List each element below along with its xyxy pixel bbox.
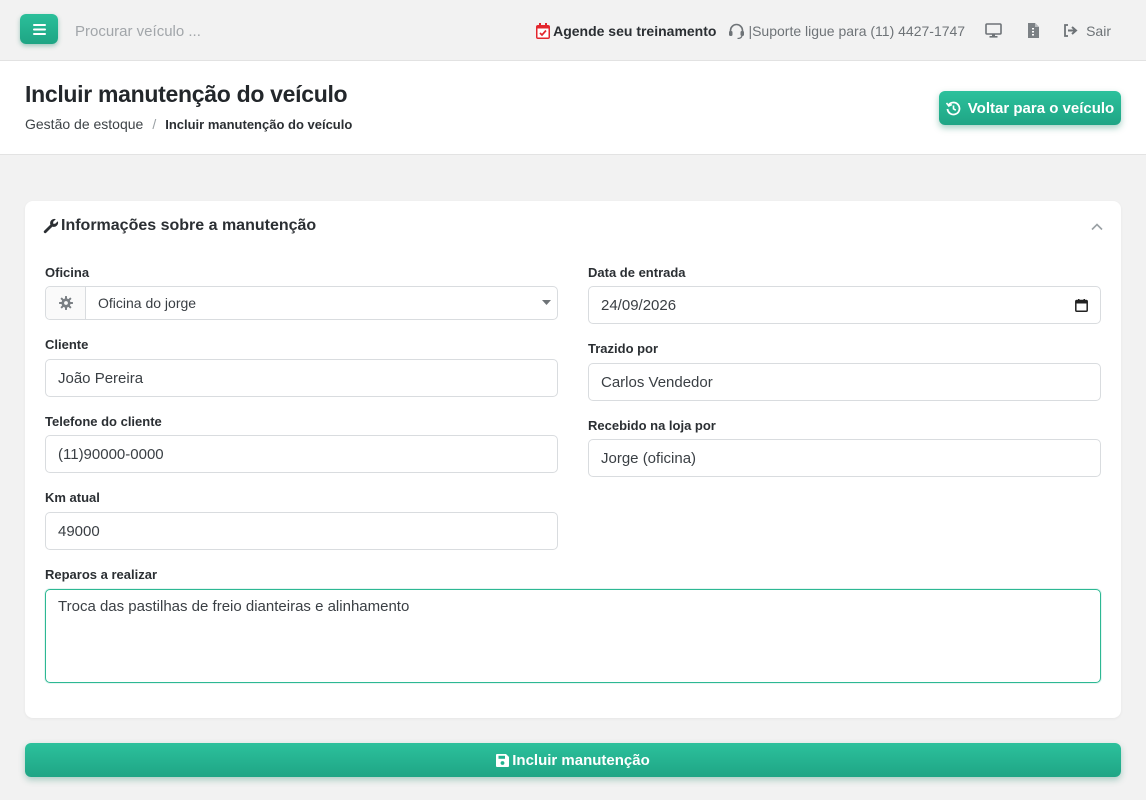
logout-label: Sair xyxy=(1086,22,1111,39)
recebido-por-label: Recebido na loja por xyxy=(588,418,716,433)
sign-out-icon xyxy=(1064,24,1078,37)
logout-button[interactable]: Sair xyxy=(1063,23,1111,39)
top-bar: Agende seu treinamento |Suporte ligue pa… xyxy=(0,0,1146,61)
page-title: Incluir manutenção do veículo xyxy=(25,81,348,107)
card-title: Informações sobre a manutenção xyxy=(43,217,316,235)
calendar-icon[interactable] xyxy=(1075,298,1088,312)
include-maintenance-button[interactable]: Incluir manutenção xyxy=(25,743,1121,777)
page-header: Incluir manutenção do veículo Gestão de … xyxy=(0,61,1146,155)
data-entrada-label: Data de entrada xyxy=(588,265,686,280)
back-button-label: Voltar para o veículo xyxy=(967,99,1115,117)
headset-icon xyxy=(729,23,745,39)
oficina-selected-value: Oficina do jorge xyxy=(98,295,197,311)
reparos-label: Reparos a realizar xyxy=(45,567,158,582)
menu-button[interactable] xyxy=(20,14,58,44)
km-input[interactable] xyxy=(45,512,558,550)
trazido-por-input[interactable] xyxy=(588,363,1101,401)
card-title-label: Informações sobre a manutenção xyxy=(61,217,317,234)
reparos-textarea[interactable]: Troca das pastilhas de freio dianteiras … xyxy=(45,589,1101,683)
back-to-vehicle-button[interactable]: Voltar para o veículo xyxy=(939,91,1121,125)
data-entrada-input[interactable]: 24/09/2026 xyxy=(588,286,1101,324)
telefone-label: Telefone do cliente xyxy=(45,414,162,429)
gear-icon xyxy=(58,296,73,310)
save-icon xyxy=(496,753,510,767)
telefone-input[interactable] xyxy=(45,435,558,473)
monitor-button[interactable] xyxy=(983,21,1003,41)
breadcrumb: Gestão de estoque / Incluir manutenção d… xyxy=(25,116,352,132)
support-info: |Suporte ligue para (11) 4427-1747 xyxy=(728,23,965,39)
oficina-select[interactable]: Oficina do jorge xyxy=(45,286,558,320)
maintenance-info-card: Informações sobre a manutenção Oficina O… xyxy=(25,201,1121,718)
calendar-check-icon xyxy=(536,22,551,39)
history-icon xyxy=(945,101,961,115)
oficina-addon xyxy=(46,287,86,319)
submit-label: Incluir manutenção xyxy=(512,751,650,769)
search-input[interactable] xyxy=(75,20,375,42)
monitor-icon xyxy=(984,23,1002,38)
schedule-training-link[interactable]: Agende seu treinamento xyxy=(536,22,717,39)
breadcrumb-item-current: Incluir manutenção do veículo xyxy=(165,116,353,132)
training-label: Agende seu treinamento xyxy=(553,22,717,39)
km-label: Km atual xyxy=(45,490,100,505)
file-button[interactable] xyxy=(1023,21,1043,41)
hamburger-icon xyxy=(32,23,46,35)
cliente-label: Cliente xyxy=(45,337,89,352)
support-label: |Suporte ligue para (11) 4427-1747 xyxy=(748,22,966,39)
caret-down-icon[interactable] xyxy=(535,287,557,319)
file-icon xyxy=(1028,23,1040,38)
cliente-input[interactable] xyxy=(45,359,558,397)
breadcrumb-item-stock[interactable]: Gestão de estoque xyxy=(25,116,143,132)
wrench-icon xyxy=(43,218,59,234)
recebido-por-input[interactable] xyxy=(588,439,1101,477)
top-right-actions: Agende seu treinamento |Suporte ligue pa… xyxy=(536,0,1146,61)
data-entrada-value: 24/09/2026 xyxy=(601,296,677,314)
trazido-por-label: Trazido por xyxy=(588,341,659,356)
chevron-up-icon[interactable] xyxy=(1089,219,1105,235)
oficina-label: Oficina xyxy=(45,265,90,280)
breadcrumb-separator: / xyxy=(152,116,157,132)
